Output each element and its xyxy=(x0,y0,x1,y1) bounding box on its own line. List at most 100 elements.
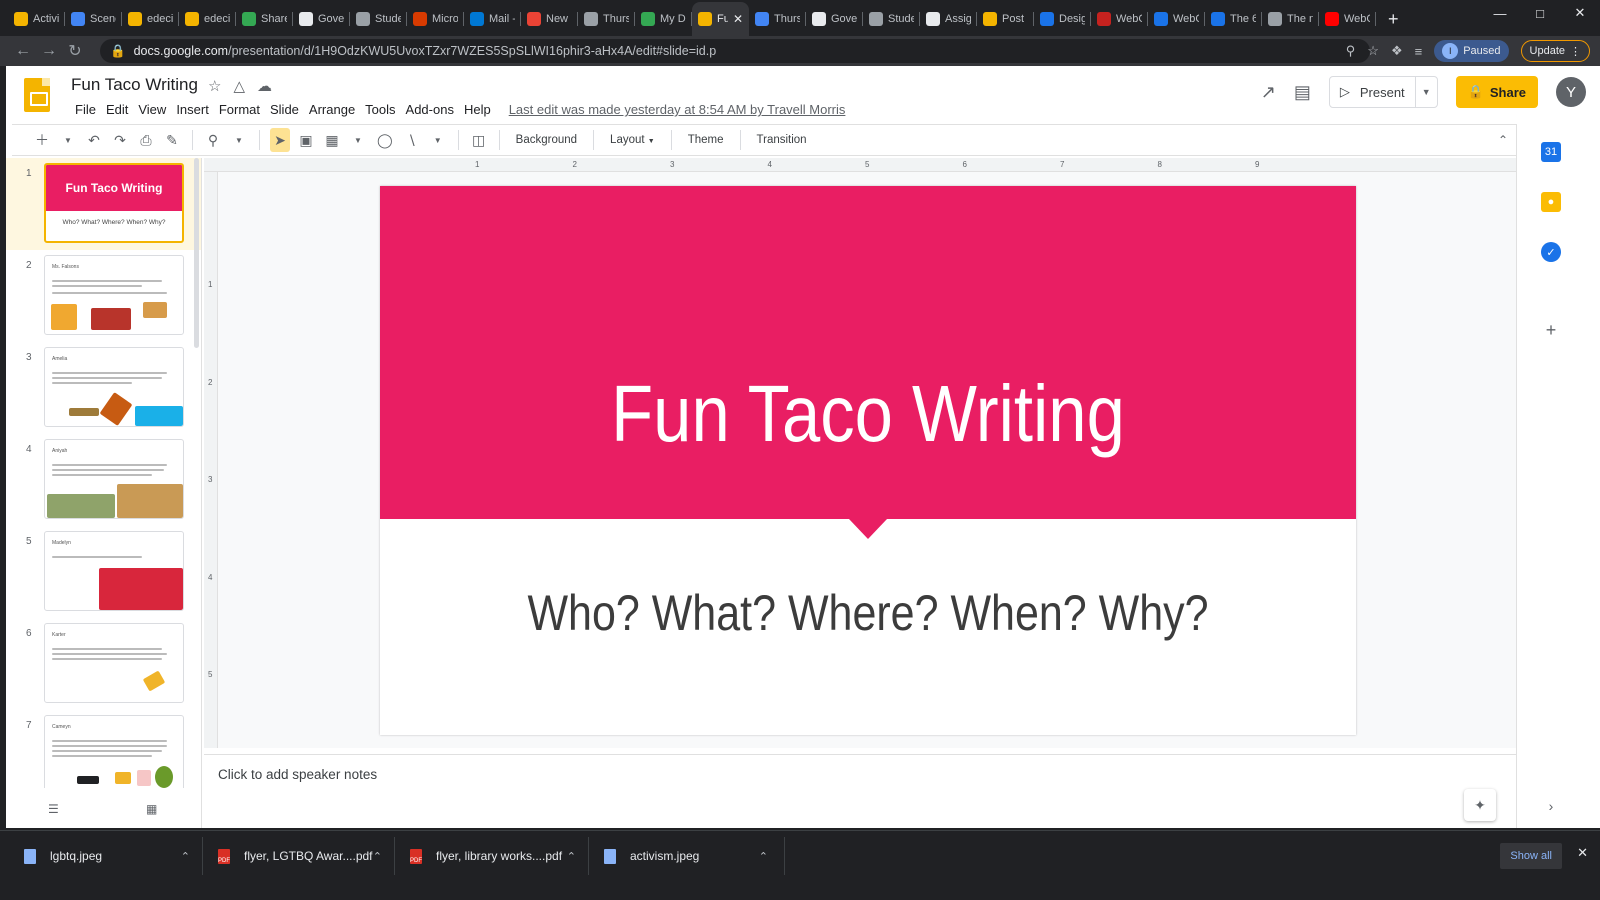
account-avatar[interactable]: Y xyxy=(1556,77,1586,107)
cloud-saved-icon[interactable]: ☁ xyxy=(257,77,272,95)
slide-thumbnail[interactable]: Karter xyxy=(44,623,184,703)
bookmark-star-icon[interactable]: ☆ xyxy=(1367,43,1379,59)
browser-tab[interactable]: WebC xyxy=(1091,2,1148,36)
browser-tab[interactable]: Desig xyxy=(1034,2,1091,36)
minimize-icon[interactable]: — xyxy=(1480,0,1520,26)
slide-title[interactable]: Fun Taco Writing xyxy=(448,368,1287,460)
vertical-ruler[interactable]: 1 2 3 4 5 xyxy=(204,172,218,748)
download-options-chevron-icon[interactable]: ⌃ xyxy=(181,850,190,863)
reload-icon[interactable]: ↻ xyxy=(62,41,88,61)
browser-tab[interactable]: My D xyxy=(635,2,692,36)
theme-button[interactable]: Theme xyxy=(682,134,730,146)
download-options-chevron-icon[interactable]: ⌃ xyxy=(759,850,768,863)
layout-button[interactable]: Layout ▼ xyxy=(604,134,661,146)
browser-tab[interactable]: Share xyxy=(236,2,293,36)
paint-format-icon[interactable]: ✎ xyxy=(162,128,182,152)
move-to-drive-icon[interactable]: △ xyxy=(233,77,245,95)
show-side-panel-chevron-icon[interactable]: › xyxy=(1541,796,1561,816)
image-dropdown-icon[interactable]: ▼ xyxy=(348,128,368,152)
browser-tab[interactable]: New xyxy=(521,2,578,36)
select-pointer-icon[interactable]: ➤ xyxy=(270,128,290,152)
browser-tab[interactable]: edeci xyxy=(122,2,179,36)
menu-slide[interactable]: Slide xyxy=(265,102,304,117)
explore-icon[interactable]: ✦ xyxy=(1464,789,1496,821)
last-edit-link[interactable]: Last edit was made yesterday at 8:54 AM … xyxy=(504,102,851,117)
new-slide-icon[interactable]: ＋ xyxy=(32,128,52,152)
menu-add-ons[interactable]: Add-ons xyxy=(401,102,459,117)
close-downloads-icon[interactable]: ✕ xyxy=(1577,845,1588,861)
undo-icon[interactable]: ↶ xyxy=(84,128,104,152)
zoom-icon[interactable]: ⚲ xyxy=(1346,43,1356,59)
browser-tab[interactable]: Activi xyxy=(8,2,65,36)
forward-icon[interactable]: → xyxy=(36,42,62,60)
shape-icon[interactable]: ◯ xyxy=(374,128,396,152)
tasks-icon[interactable]: ✓ xyxy=(1541,242,1561,262)
close-tab-icon[interactable]: ✕ xyxy=(733,12,743,26)
download-item[interactable]: lgbtq.jpeg ⌃ xyxy=(24,831,190,881)
slide-filmstrip[interactable]: 1 Fun Taco Writing Who? What? Where? Whe… xyxy=(6,158,202,788)
line-icon[interactable]: ∖ xyxy=(402,128,422,152)
line-dropdown-icon[interactable]: ▼ xyxy=(428,128,448,152)
slide-thumbnail-row[interactable]: 4 Aniyah xyxy=(6,434,201,526)
browser-tab[interactable]: Gove xyxy=(293,2,350,36)
slide-thumbnail-row[interactable]: 3 Amelia xyxy=(6,342,201,434)
browser-tab[interactable]: Micro xyxy=(407,2,464,36)
back-icon[interactable]: ← xyxy=(10,42,36,60)
slide-thumbnail[interactable]: Madelyn xyxy=(44,531,184,611)
image-icon[interactable]: ▦ xyxy=(322,128,342,152)
slide-thumbnail-row[interactable]: 7 Cameyn xyxy=(6,710,201,788)
browser-tab[interactable]: The 6 xyxy=(1205,2,1262,36)
browser-tab[interactable]: WebC xyxy=(1148,2,1205,36)
menu-insert[interactable]: Insert xyxy=(171,102,214,117)
reading-list-icon[interactable]: ≡ xyxy=(1415,44,1423,59)
slide-thumbnail[interactable]: Fun Taco Writing Who? What? Where? When?… xyxy=(44,163,184,243)
browser-tab[interactable]: The n xyxy=(1262,2,1319,36)
browser-tab[interactable]: edeci xyxy=(179,2,236,36)
browser-tab[interactable]: Fu ✕ xyxy=(692,2,749,36)
share-button[interactable]: 🔒 Share xyxy=(1455,76,1538,108)
star-icon[interactable]: ☆ xyxy=(208,77,221,95)
present-button[interactable]: ▷ Present xyxy=(1330,77,1415,107)
slides-logo-icon[interactable] xyxy=(24,78,50,112)
download-options-chevron-icon[interactable]: ⌃ xyxy=(567,850,576,863)
transition-button[interactable]: Transition xyxy=(751,134,813,146)
slide-thumbnail[interactable]: Cameyn xyxy=(44,715,184,788)
menu-view[interactable]: View xyxy=(133,102,171,117)
maximize-icon[interactable]: □ xyxy=(1520,0,1560,26)
download-item[interactable]: activism.jpeg ⌃ xyxy=(604,831,768,881)
present-options-chevron-icon[interactable]: ▼ xyxy=(1414,77,1437,107)
speaker-notes-placeholder[interactable]: Click to add speaker notes xyxy=(218,767,377,782)
slide-thumbnail-row[interactable]: 5 Madelyn xyxy=(6,526,201,618)
close-window-icon[interactable]: ✕ xyxy=(1560,0,1600,26)
activity-trend-icon[interactable]: ↗ xyxy=(1261,82,1276,103)
menu-file[interactable]: File xyxy=(70,102,101,117)
slide-subtitle[interactable]: Who? What? Where? When? Why? xyxy=(448,584,1287,642)
menu-tools[interactable]: Tools xyxy=(360,102,400,117)
browser-tab[interactable]: Stude xyxy=(350,2,407,36)
print-icon[interactable]: ⎙ xyxy=(136,128,156,152)
browser-tab[interactable]: Thurs xyxy=(578,2,635,36)
extensions-icon[interactable]: ❖ xyxy=(1391,43,1403,59)
calendar-icon[interactable]: 31 xyxy=(1541,142,1561,162)
new-slide-dropdown-icon[interactable]: ▼ xyxy=(58,128,78,152)
menu-format[interactable]: Format xyxy=(214,102,265,117)
slide-thumbnail-row[interactable]: 6 Karter xyxy=(6,618,201,710)
keep-icon[interactable]: ● xyxy=(1541,192,1561,212)
collapse-toolbar-chevron-icon[interactable]: ⌃ xyxy=(1498,133,1508,147)
download-options-chevron-icon[interactable]: ⌃ xyxy=(373,850,382,863)
add-on-plus-icon[interactable]: + xyxy=(1541,320,1561,340)
browser-tab[interactable]: Thurs xyxy=(749,2,806,36)
add-comment-icon[interactable]: ◫ xyxy=(469,128,489,152)
browser-tab[interactable]: WebC xyxy=(1319,2,1376,36)
download-item[interactable]: PDF flyer, library works....pdf ⌃ xyxy=(410,831,576,881)
filmstrip-view-icon[interactable]: ☰ xyxy=(48,802,59,816)
slide-thumbnail-row[interactable]: 1 Fun Taco Writing Who? What? Where? Whe… xyxy=(6,158,201,250)
slide-thumbnail[interactable]: Ms. Falsons xyxy=(44,255,184,335)
browser-tab[interactable]: Scenc xyxy=(65,2,122,36)
browser-tab[interactable]: Stude xyxy=(863,2,920,36)
slide-canvas[interactable]: Fun Taco Writing Who? What? Where? When?… xyxy=(380,186,1356,735)
filmstrip-scrollbar[interactable] xyxy=(194,158,199,348)
profile-button[interactable]: I Paused xyxy=(1434,40,1509,62)
update-button[interactable]: Update ⋮ xyxy=(1520,40,1590,62)
download-item[interactable]: PDF flyer, LGTBQ Awar....pdf ⌃ xyxy=(218,831,382,881)
